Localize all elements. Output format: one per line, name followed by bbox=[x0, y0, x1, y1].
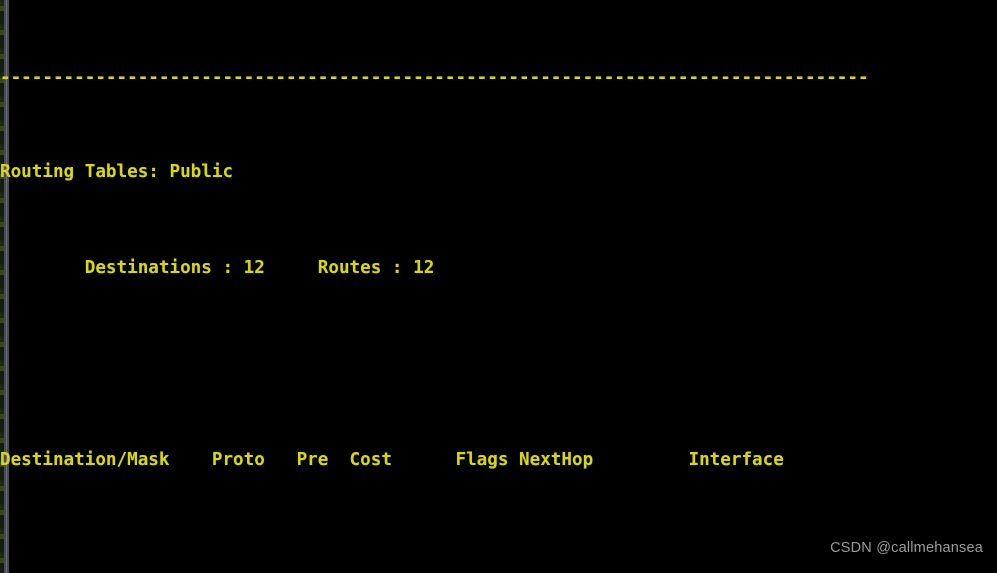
table-column-headers: Destination/Mask Proto Pre Cost Flags Ne… bbox=[0, 450, 784, 470]
routing-summary-line: Destinations : 12 Routes : 12 bbox=[0, 258, 435, 278]
csdn-watermark: CSDN @callmehansea bbox=[830, 540, 983, 556]
routing-table-title: Routing Tables: Public bbox=[0, 162, 234, 182]
separator-rule: ----------------------------------------… bbox=[0, 72, 869, 88]
terminal-window[interactable]: ----------------------------------------… bbox=[0, 0, 997, 573]
terminal-output: ----------------------------------------… bbox=[0, 0, 997, 573]
blank-line-1 bbox=[0, 352, 997, 376]
